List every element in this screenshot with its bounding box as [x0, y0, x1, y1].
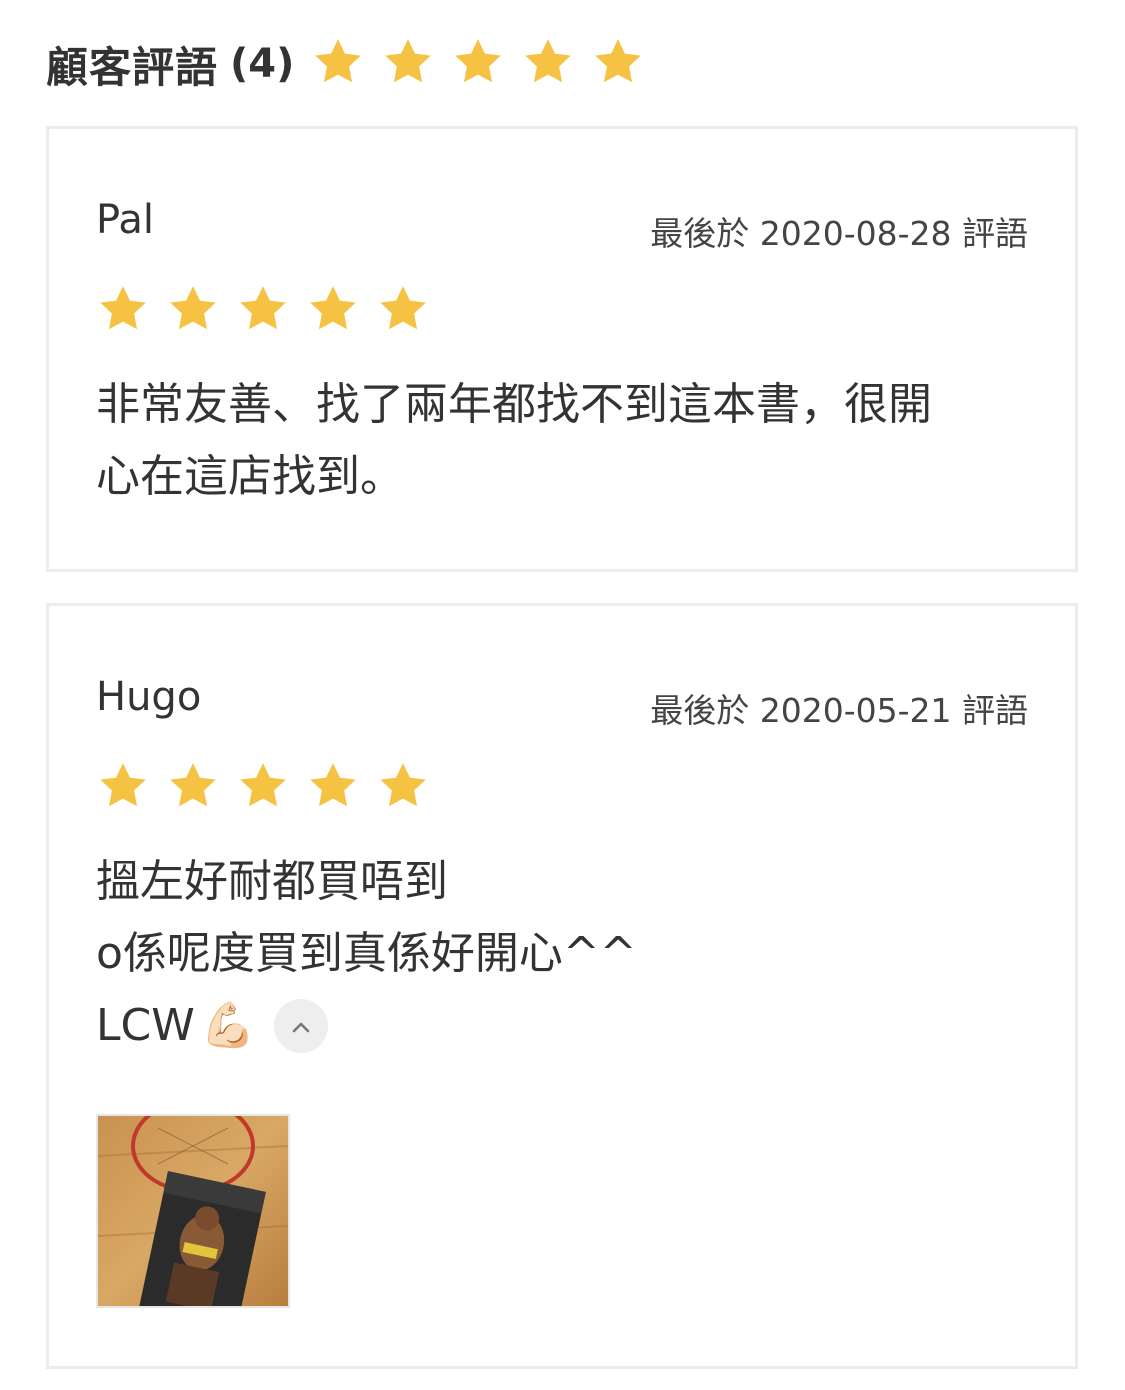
- reviewer-name: Pal: [96, 197, 154, 243]
- flexed-biceps-emoji: 💪🏻: [200, 1000, 256, 1051]
- star-icon: [520, 34, 576, 94]
- review-text: 搵左好耐都買唔到 o係呢度買到真係好開心^^ LCW 💪🏻: [96, 846, 1015, 1062]
- star-icon: [305, 281, 361, 341]
- collapse-button[interactable]: [273, 999, 328, 1053]
- review-text-line: LCW: [96, 1000, 195, 1051]
- overall-rating-stars: [310, 34, 646, 94]
- reviews-header: 顧客評語 (4): [46, 32, 646, 96]
- review-rating-stars: [95, 758, 431, 818]
- review-text-line: 搵左好耐都買唔到: [96, 856, 448, 907]
- star-icon: [305, 758, 361, 818]
- star-icon: [95, 758, 151, 818]
- star-icon: [375, 281, 431, 341]
- star-icon: [235, 281, 291, 341]
- star-icon: [235, 758, 291, 818]
- star-icon: [450, 34, 506, 94]
- review-date: 最後於 2020-08-28 評語: [650, 214, 1028, 253]
- review-text-line-with-emoji: LCW 💪🏻: [96, 990, 1015, 1062]
- reviews-count: (4): [230, 41, 295, 87]
- review-rating-stars: [95, 281, 431, 341]
- review-photo-thumbnail[interactable]: [96, 1114, 290, 1308]
- star-icon: [375, 758, 431, 818]
- reviewer-name: Hugo: [96, 674, 202, 720]
- star-icon: [380, 34, 436, 94]
- review-text-line: o係呢度買到真係好開心^^: [96, 928, 637, 979]
- star-icon: [165, 758, 221, 818]
- star-icon: [165, 281, 221, 341]
- review-text: 非常友善、找了兩年都找不到這本書，很開 心在這店找到。: [96, 369, 1015, 513]
- star-icon: [95, 281, 151, 341]
- star-icon: [590, 34, 646, 94]
- star-icon: [310, 34, 366, 94]
- review-text-line: 心在這店找到。: [96, 451, 404, 502]
- review-date: 最後於 2020-05-21 評語: [650, 691, 1028, 730]
- review-text-line: 非常友善、找了兩年都找不到這本書，很開: [96, 379, 932, 430]
- chevron-up-icon: [289, 990, 313, 1062]
- reviews-title: 顧客評語: [46, 42, 219, 92]
- review-card: Pal 最後於 2020-08-28 評語 非常友善、找了兩年都找不到這本書，很…: [46, 126, 1078, 572]
- book-photo: [98, 1116, 288, 1306]
- review-card: Hugo 最後於 2020-05-21 評語 搵左好耐都買唔到 o係呢度買到真係…: [46, 603, 1078, 1369]
